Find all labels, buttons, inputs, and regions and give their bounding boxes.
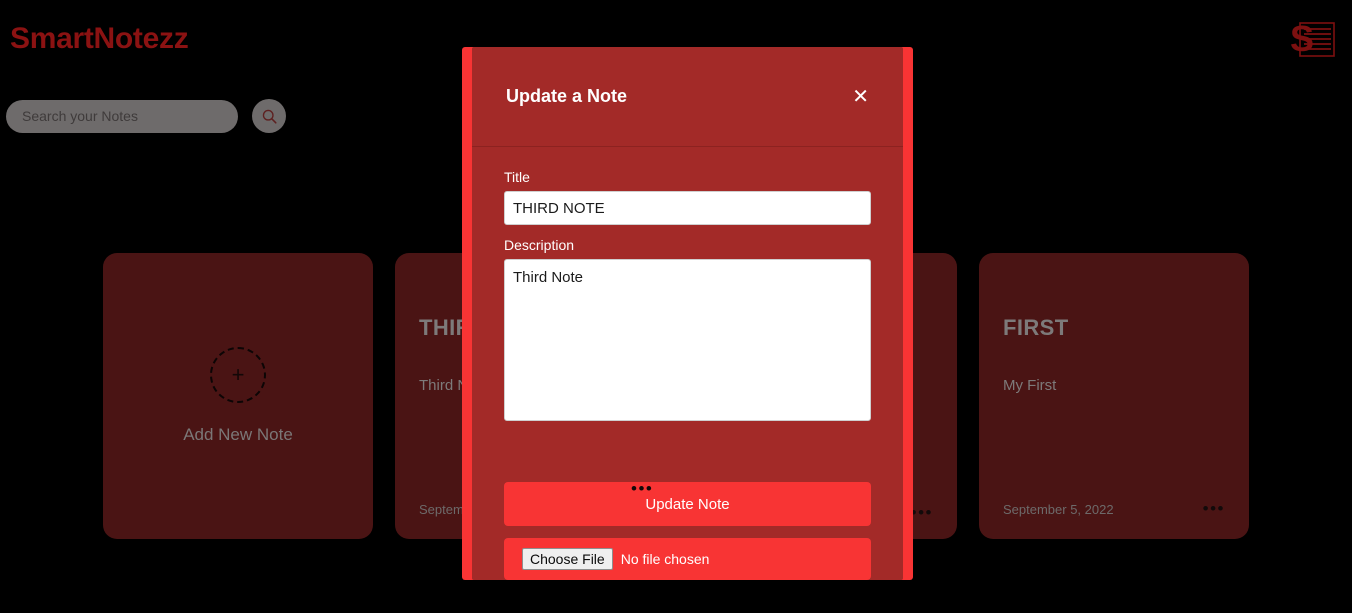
description-field-label: Description [504,237,575,253]
note-card[interactable]: FIRST My First September 5, 2022 ••• [979,253,1249,539]
file-status-label: No file chosen [620,551,710,567]
add-new-note-card[interactable]: + Add New Note [103,253,373,539]
modal-body: Title Description [472,147,903,460]
update-note-modal-overlay: Update a Note ✕ Title Description Update… [462,47,913,580]
field-spacer [504,225,871,237]
update-note-button[interactable]: Update Note [504,482,871,526]
app-brand: SmartNotezz [10,22,189,55]
update-note-modal: Update a Note ✕ Title Description Update… [472,47,903,580]
note-title: FIRST [1003,315,1069,340]
modal-title: Update a Note [506,86,628,106]
app-root: SmartNotezz S + [0,0,1352,613]
modal-header: Update a Note ✕ [472,47,903,147]
note-description: My First [1003,377,1057,394]
title-field-label: Title [504,169,530,185]
search-bar [6,99,286,133]
modal-footer: Update Note Choose File No file chosen [472,482,903,580]
note-date: September 5, 2022 [1003,502,1114,517]
note-menu-icon[interactable]: ••• [911,504,933,520]
choose-file-button[interactable]: Choose File [522,548,613,570]
svg-text:S: S [1290,18,1314,59]
note-footer: September 5, 2022 ••• [1003,501,1225,517]
smartnotezz-logo-icon: S [1286,17,1338,65]
description-textarea[interactable] [504,259,871,421]
close-icon[interactable]: ✕ [848,85,873,109]
plus-icon: + [210,347,266,403]
title-input[interactable] [504,191,871,225]
add-new-note-label: Add New Note [183,425,293,444]
search-button[interactable] [252,99,286,133]
note-menu-icon[interactable]: ••• [1203,501,1225,517]
file-upload-row[interactable]: Choose File No file chosen [504,538,871,580]
search-icon [262,109,277,124]
search-input[interactable] [6,99,238,133]
plus-glyph: + [231,362,245,387]
